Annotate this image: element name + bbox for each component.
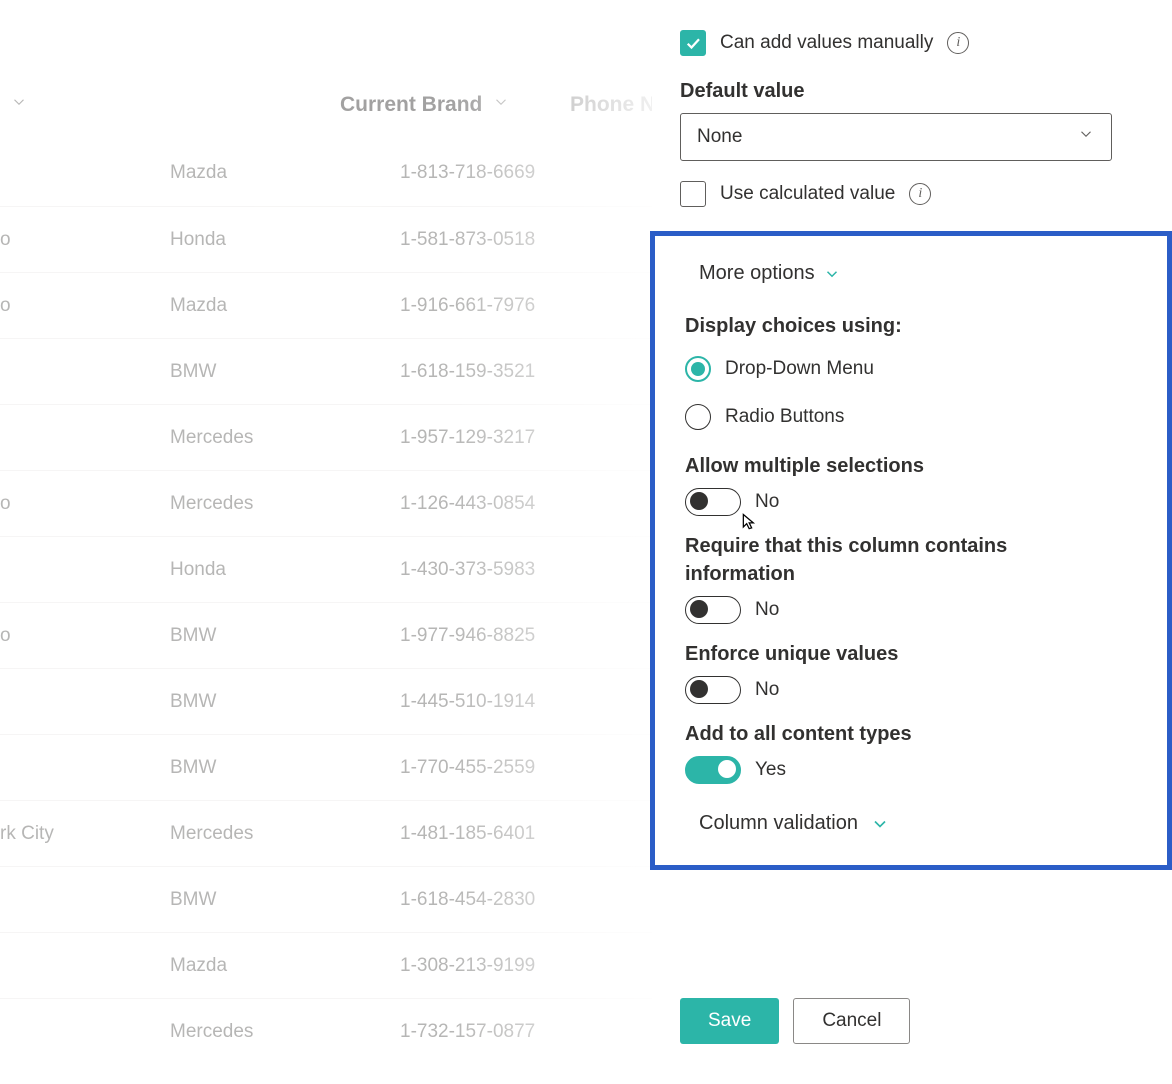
column-header-brand[interactable]: Current Brand: [340, 93, 570, 117]
cell-brand: BMW: [170, 691, 400, 713]
panel-footer: Save Cancel: [680, 998, 1112, 1064]
info-icon[interactable]: i: [909, 183, 931, 205]
use-calculated-label: Use calculated value: [720, 183, 895, 205]
chevron-down-icon: [1077, 125, 1095, 149]
can-add-manually-row: Can add values manually i: [680, 30, 1112, 56]
cell-brand: BMW: [170, 625, 400, 647]
chevron-down-icon: [492, 93, 510, 117]
require-info-value: No: [755, 599, 779, 621]
all-content-types-value: Yes: [755, 759, 786, 781]
enforce-unique-value: No: [755, 679, 779, 701]
cell-phone: 1-957-129-3217: [400, 427, 630, 449]
enforce-unique-label: Enforce unique values: [685, 640, 1107, 668]
cancel-button[interactable]: Cancel: [793, 998, 910, 1044]
more-options-toggle[interactable]: More options: [685, 262, 1107, 285]
cell-phone: 1-618-159-3521: [400, 361, 630, 383]
radio-label: Radio Buttons: [725, 406, 844, 428]
require-info-label: Require that this column contains inform…: [685, 532, 1107, 588]
cell-city: o: [0, 625, 170, 647]
can-add-manually-label: Can add values manually: [720, 32, 933, 54]
require-info-toggle[interactable]: [685, 596, 741, 624]
cell-phone: 1-126-443-0854: [400, 493, 630, 515]
enforce-unique-toggle[interactable]: [685, 676, 741, 704]
radio-button[interactable]: [685, 404, 711, 430]
column-header-label: Current Brand: [340, 93, 482, 117]
chevron-down-icon: [10, 93, 28, 117]
cell-phone: 1-430-373-5983: [400, 559, 630, 581]
cell-phone: 1-445-510-1914: [400, 691, 630, 713]
cell-brand: Honda: [170, 559, 400, 581]
cell-phone: 1-977-946-8825: [400, 625, 630, 647]
cell-brand: Mercedes: [170, 1021, 400, 1043]
cell-phone: 1-916-661-7976: [400, 295, 630, 317]
cell-brand: Honda: [170, 229, 400, 251]
cell-city: rk City: [0, 823, 170, 845]
cell-brand: Mazda: [170, 295, 400, 317]
column-settings-panel: Can add values manually i Default value …: [652, 0, 1172, 1084]
cell-brand: Mercedes: [170, 823, 400, 845]
cell-phone: 1-813-718-6669: [400, 162, 630, 184]
info-icon[interactable]: i: [947, 32, 969, 54]
cell-brand: Mercedes: [170, 493, 400, 515]
default-value-text: None: [697, 126, 742, 148]
all-content-types-label: Add to all content types: [685, 720, 1107, 748]
can-add-manually-checkbox[interactable]: [680, 30, 706, 56]
cell-phone: 1-618-454-2830: [400, 889, 630, 911]
allow-multiple-label: Allow multiple selections: [685, 452, 1107, 480]
cell-brand: Mazda: [170, 955, 400, 977]
cell-phone: 1-308-213-9199: [400, 955, 630, 977]
use-calculated-checkbox[interactable]: [680, 181, 706, 207]
allow-multiple-toggle[interactable]: [685, 488, 741, 516]
cell-phone: 1-732-157-0877: [400, 1021, 630, 1043]
cell-city: o: [0, 295, 170, 317]
highlighted-options-box: More options Display choices using: Drop…: [650, 231, 1172, 870]
display-choices-label: Display choices using:: [685, 315, 1107, 338]
radio-radio-buttons[interactable]: Radio Buttons: [685, 404, 1107, 430]
cell-brand: Mazda: [170, 162, 400, 184]
cell-brand: BMW: [170, 757, 400, 779]
cell-city: o: [0, 493, 170, 515]
radio-label: Drop-Down Menu: [725, 358, 874, 380]
default-value-label: Default value: [680, 80, 1112, 103]
cell-city: o: [0, 229, 170, 251]
column-validation-toggle[interactable]: Column validation: [685, 812, 1107, 835]
cell-brand: Mercedes: [170, 427, 400, 449]
cell-brand: BMW: [170, 889, 400, 911]
all-content-types-toggle[interactable]: [685, 756, 741, 784]
save-button[interactable]: Save: [680, 998, 779, 1044]
allow-multiple-value: No: [755, 491, 779, 513]
use-calculated-row: Use calculated value i: [680, 181, 1112, 207]
cell-brand: BMW: [170, 361, 400, 383]
default-value-select[interactable]: None: [680, 113, 1112, 161]
column-validation-label: Column validation: [699, 812, 858, 835]
radio-dropdown-menu[interactable]: Drop-Down Menu: [685, 356, 1107, 382]
cell-phone: 1-770-455-2559: [400, 757, 630, 779]
cell-phone: 1-481-185-6401: [400, 823, 630, 845]
radio-button[interactable]: [685, 356, 711, 382]
cell-phone: 1-581-873-0518: [400, 229, 630, 251]
more-options-label: More options: [699, 262, 815, 285]
column-header-city[interactable]: [0, 93, 170, 117]
